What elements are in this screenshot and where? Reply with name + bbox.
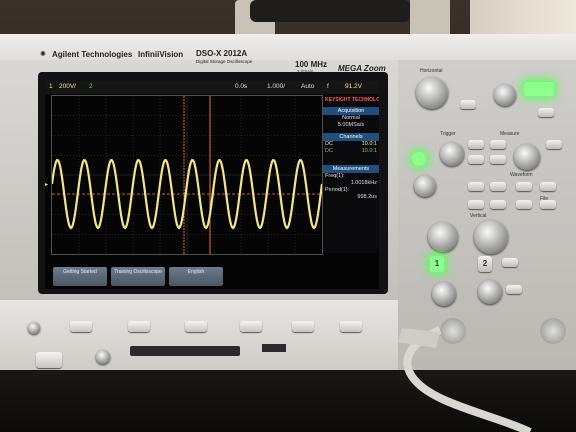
- channel-2-coupling: DC 10.0:1: [323, 148, 379, 155]
- channel-1-coupling: DC 10.0:1: [323, 141, 379, 148]
- trigger-level: 91.2V: [345, 83, 362, 90]
- softkey-getting-started[interactable]: Getting Started: [53, 267, 107, 286]
- softkey-training[interactable]: Training Oscilloscope: [111, 267, 165, 286]
- waveform-plot: [50, 96, 324, 254]
- front-slot: [130, 346, 240, 356]
- model-subtitle: Digital Storage Oscilloscope: [196, 59, 253, 64]
- channel-1-probe: 10.0:1: [361, 141, 377, 147]
- info-sidebar: KEYSIGHT TECHNOLOGIES Acquisition Normal…: [323, 95, 379, 253]
- waveform-graticule: [50, 95, 324, 255]
- run-stop-button[interactable]: [524, 82, 554, 96]
- volts-per-div: 200V/: [59, 83, 76, 90]
- cursors-knob[interactable]: [514, 144, 540, 170]
- freq-label: Freq(1):: [325, 173, 345, 179]
- status-bar: 1 200V/ 2 0.0s 1.000/ Auto f 91.2V: [45, 81, 379, 94]
- trigger-delay: 0.0s: [235, 83, 248, 90]
- channel-1-ground-marker: ▸: [45, 182, 49, 188]
- print-button[interactable]: [516, 200, 532, 209]
- channel-2-indicator: 2: [89, 83, 93, 90]
- channel-1-scale-knob[interactable]: [428, 222, 458, 252]
- acquisition-mode: Normal: [342, 115, 360, 121]
- acquisition-rate: 5.00MSa/s: [337, 122, 365, 128]
- carry-handle: [250, 0, 410, 22]
- zoom-button[interactable]: [460, 100, 476, 109]
- measure-label: Measure: [500, 131, 520, 137]
- horizontal-label: Horizontal: [420, 68, 443, 74]
- bandwidth-label: 100 MHz: [295, 60, 328, 69]
- brand-maker: Agilent Technologies: [52, 50, 133, 59]
- softkey-button-1[interactable]: [70, 321, 92, 332]
- keysight-logo: KEYSIGHT TECHNOLOGIES: [325, 97, 379, 103]
- model-name: DSO-X 2012A: [196, 49, 248, 58]
- channel-2-button[interactable]: 2: [478, 256, 492, 272]
- single-button[interactable]: [538, 108, 554, 117]
- save-recall-button[interactable]: [516, 182, 532, 191]
- measurements-header: Measurements: [323, 165, 379, 173]
- channel-1-indicator: 1: [49, 83, 53, 90]
- softkey-button-2[interactable]: [128, 321, 150, 332]
- softkey-button-6[interactable]: [340, 321, 362, 332]
- display-button[interactable]: [490, 182, 506, 191]
- ref-button[interactable]: [506, 285, 522, 294]
- clear-display-button[interactable]: [468, 200, 484, 209]
- channel-1-button[interactable]: 1: [430, 256, 444, 272]
- freq-value: 1.0018kHz: [350, 180, 377, 186]
- entry-knob[interactable]: [414, 175, 436, 197]
- horizontal-position-knob[interactable]: [494, 84, 516, 106]
- auto-scale-button[interactable]: [490, 200, 506, 209]
- waveform-label: Waveform: [510, 172, 533, 178]
- period-label: Period(1):: [325, 187, 350, 193]
- acquisition-header: Acquisition: [323, 107, 379, 115]
- brand-series: InfiniiVision: [138, 50, 184, 59]
- usb-port-icon: [96, 350, 110, 364]
- usb-port: [262, 344, 286, 352]
- trigger-label: Trigger: [440, 131, 456, 137]
- grid-lines: [52, 96, 322, 254]
- trigger-level-knob[interactable]: [440, 142, 464, 166]
- agilent-logo-icon: ✺: [40, 51, 46, 58]
- channel-1-position-knob[interactable]: [432, 282, 456, 306]
- trigger-mode: Auto: [301, 83, 315, 90]
- time-per-div: 1.000/: [267, 83, 286, 90]
- softkey-button-4[interactable]: [240, 321, 262, 332]
- default-setup-button[interactable]: [540, 182, 556, 191]
- channel-1-coupling-label: DC: [325, 141, 333, 147]
- horizontal-scale-knob[interactable]: [416, 77, 448, 109]
- channel-2-coupling-label: DC: [325, 148, 333, 154]
- probe-cable: [398, 326, 532, 432]
- channel-2-probe: 10.0:1: [361, 148, 377, 154]
- softkey-bar: Getting Started Training Oscilloscope En…: [51, 267, 321, 289]
- oscilloscope-display: 1 200V/ 2 0.0s 1.000/ Auto f 91.2V KEYSI…: [45, 81, 379, 289]
- channel-2-scale-knob[interactable]: [474, 220, 508, 254]
- period-value: 998.2us: [357, 194, 377, 200]
- softkey-button-3[interactable]: [185, 321, 207, 332]
- trigger-edge-icon: f: [327, 83, 329, 90]
- force-trigger-button[interactable]: [468, 155, 484, 164]
- channel-2-position-knob[interactable]: [478, 280, 502, 304]
- vertical-label: Vertical: [470, 213, 487, 219]
- math-button[interactable]: [502, 258, 518, 267]
- acquire-button[interactable]: [468, 182, 484, 191]
- softkey-language[interactable]: English: [169, 267, 223, 286]
- carry-handle-right: [410, 0, 450, 38]
- channels-header: Channels: [323, 133, 379, 141]
- trigger-button[interactable]: [468, 140, 484, 149]
- mode-coupling-button[interactable]: [490, 155, 506, 164]
- meas-button[interactable]: [546, 140, 562, 149]
- power-button[interactable]: [36, 352, 62, 368]
- softkey-button-5[interactable]: [292, 321, 314, 332]
- cursors-button[interactable]: [490, 140, 506, 149]
- utility-button[interactable]: [540, 200, 556, 209]
- entry-knob-icon[interactable]: [28, 322, 40, 334]
- entry-select-button[interactable]: [412, 152, 426, 166]
